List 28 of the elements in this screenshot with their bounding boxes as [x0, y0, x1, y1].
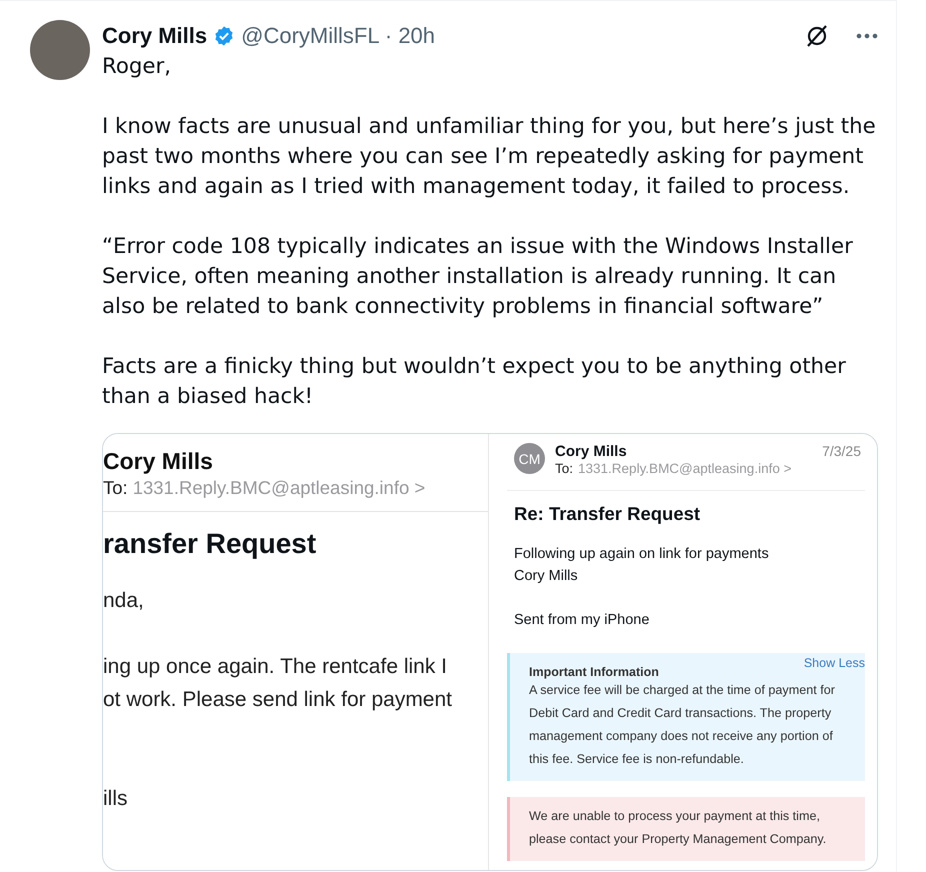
email-footer: Sent from my iPhone [514, 609, 650, 631]
recipient-address: 1331.Reply.BMC@aptleasing.info > [578, 461, 792, 476]
notice-text: A service fee will be charged at the time of payment for Debit Card and Credit Card transactions. The property management company does not receive any portion of this fee. Service fee is non-refundable. [529, 682, 836, 768]
post-text: Facts are a finicky thing but wouldn’t expect you to be anything other than a biased hack! [102, 353, 847, 411]
notice-title: Important Information [529, 665, 659, 679]
to-label: To: [555, 461, 574, 476]
email-subject: ransfer Request [103, 528, 316, 560]
author-name[interactable]: Cory Mills [102, 23, 208, 49]
notice-text: We are unable to process your payment at this time, please contact your Property Management Company. [529, 808, 828, 848]
attached-screenshots[interactable] [102, 433, 878, 871]
post-text: Roger, [102, 53, 172, 81]
email-body: ing up once again. The rentcafe link I ot work. Please send link for payment [103, 654, 452, 713]
more-options-icon[interactable] [856, 33, 878, 39]
email-body: Following up again on link for payments Cory Mills [514, 545, 769, 586]
show-less-link[interactable]: Show Less [804, 656, 865, 670]
post-text: I know facts are unusual and unfamiliar thing for you, but here’s just the past two months where you can see I’m repeatedly asking for payment links and again as I tried with management today, it failed to process. [102, 113, 877, 201]
to-label: To: [103, 477, 128, 499]
email-subject: Re: Transfer Request [514, 503, 700, 525]
email-signature: ills [103, 786, 128, 812]
email-greeting: nda, [103, 588, 144, 614]
post-text: “Error code 108 typically indicates an issue with the Windows Installer Service, often meaning another installation is already running. It can also be related to bank connectivity problems in financial software” [102, 233, 854, 321]
handle-and-time: @CoryMillsFL · 20h [241, 23, 436, 49]
sender-name: Cory Mills [555, 443, 627, 460]
initials-avatar: CM [514, 443, 545, 474]
recipient-address: 1331.Reply.BMC@aptleasing.info > [132, 477, 426, 499]
sender-name: Cory Mills [103, 448, 213, 475]
email-date: 7/3/25 [822, 443, 862, 459]
slashed-circle-icon[interactable] [804, 23, 830, 49]
